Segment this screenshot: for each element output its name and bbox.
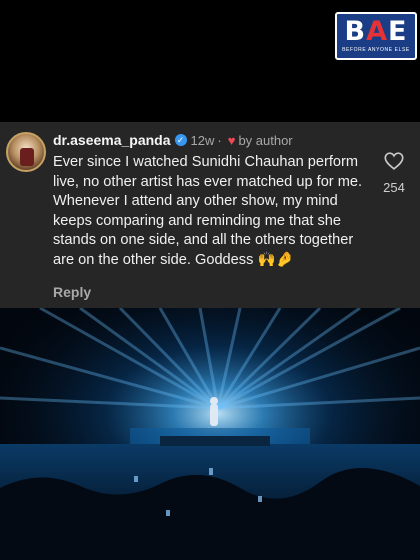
like-count: 254	[383, 180, 405, 195]
like-heart-icon[interactable]	[383, 150, 405, 172]
comment-header: dr.aseema_panda ✓ 12w · ♥ by author	[53, 132, 293, 148]
concert-photo	[0, 308, 420, 560]
comment-card: dr.aseema_panda ✓ 12w · ♥ by author Ever…	[0, 122, 420, 308]
bae-logo: BAE BEFORE ANYONE ELSE	[335, 12, 417, 60]
separator: ·	[217, 132, 222, 148]
author-liked-heart-icon: ♥	[227, 132, 236, 148]
timestamp: 12w	[190, 132, 215, 148]
username-link[interactable]: dr.aseema_panda	[53, 132, 171, 148]
video-top-area: BAE BEFORE ANYONE ELSE	[0, 0, 420, 120]
reply-button[interactable]: Reply	[53, 284, 91, 300]
comment-text: Ever since I watched Sunidhi Chauhan per…	[53, 154, 363, 268]
avatar[interactable]	[6, 132, 46, 172]
liked-by-author-label: by author	[238, 132, 293, 148]
logo-tagline: BEFORE ANYONE ELSE	[342, 47, 410, 53]
concert-stage-image	[0, 308, 420, 560]
verified-badge-icon: ✓	[174, 134, 187, 146]
logo-wordmark: BAE	[344, 16, 408, 47]
